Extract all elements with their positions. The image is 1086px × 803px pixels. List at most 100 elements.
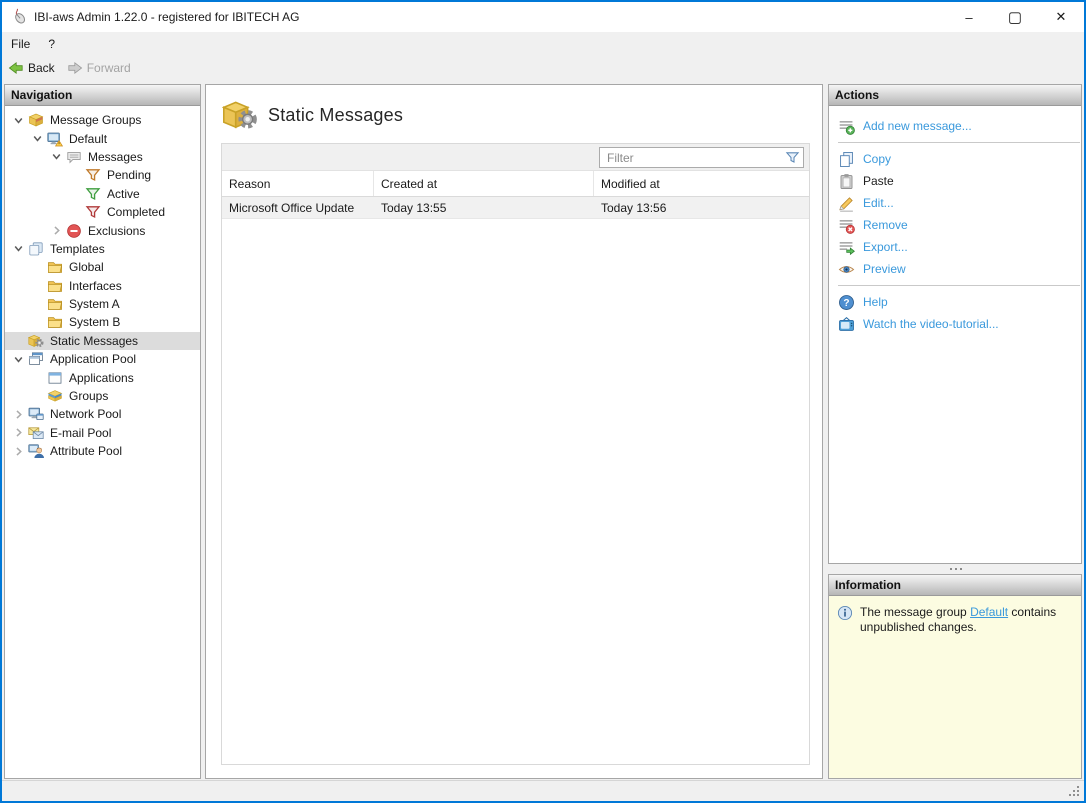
paste-button[interactable]: Paste (829, 170, 1081, 192)
tree-item-templates[interactable]: Templates (5, 240, 200, 258)
app-window: IBI-aws Admin 1.22.0 - registered for IB… (0, 0, 1086, 803)
filter-input[interactable] (599, 147, 804, 168)
chevron-right-icon[interactable] (9, 406, 27, 422)
message-add-icon (838, 118, 855, 135)
chevron-down-icon[interactable] (9, 112, 27, 128)
eye-icon (838, 261, 855, 278)
folder-icon (46, 259, 63, 275)
column-header-reason[interactable]: Reason (222, 171, 374, 196)
main-content-panel: Static Messages Reason Created at Modifi… (205, 84, 823, 779)
exclusions-icon (65, 223, 82, 239)
navigation-toolbar: Back Forward (2, 56, 1084, 80)
column-header-modified-at[interactable]: Modified at (594, 171, 809, 196)
actions-list: Add new message... Copy Paste Edit... (829, 106, 1081, 335)
page-title-bar: Static Messages (206, 85, 822, 137)
message-groups-icon (27, 112, 44, 128)
table-row[interactable]: Microsoft Office Update Today 13:55 Toda… (222, 197, 809, 219)
minimize-button[interactable]: – (946, 2, 992, 32)
forward-button[interactable]: Forward (61, 57, 137, 79)
cell-modified-at: Today 13:56 (594, 197, 809, 218)
tree-item-default[interactable]: Default (5, 129, 200, 147)
message-remove-icon (838, 217, 855, 234)
chevron-right-icon[interactable] (47, 223, 65, 239)
panel-splitter[interactable] (828, 564, 1082, 574)
information-body: The message group Default contains unpub… (829, 596, 1081, 778)
title-bar: IBI-aws Admin 1.22.0 - registered for IB… (2, 2, 1084, 32)
templates-icon (27, 241, 44, 257)
actions-separator (838, 285, 1080, 286)
static-messages-icon (27, 333, 44, 349)
cell-reason: Microsoft Office Update (222, 197, 374, 218)
preview-button[interactable]: Preview (829, 258, 1081, 280)
menu-bar: File ? (2, 32, 1084, 56)
filter-toolbar (222, 144, 809, 171)
navigation-panel: Navigation Message Groups Default Messag… (4, 84, 201, 779)
email-pool-icon (27, 425, 44, 441)
video-tutorial-icon (838, 316, 855, 333)
actions-separator (838, 142, 1080, 143)
tree-item-messages[interactable]: Messages (5, 148, 200, 166)
application-pool-icon (27, 351, 44, 367)
applications-icon (46, 370, 63, 386)
chevron-down-icon[interactable] (28, 131, 46, 147)
back-button[interactable]: Back (2, 57, 61, 79)
tree-item-pending[interactable]: Pending (5, 166, 200, 184)
tree-item-static-messages[interactable]: Static Messages (5, 332, 200, 350)
tree-item-email-pool[interactable]: E-mail Pool (5, 424, 200, 442)
filter-funnel-icon[interactable] (785, 150, 800, 165)
navigation-tree: Message Groups Default Messages Pending (5, 106, 200, 460)
workspace: Navigation Message Groups Default Messag… (2, 80, 1084, 780)
navigation-header: Navigation (5, 85, 200, 106)
attribute-pool-icon (27, 443, 44, 459)
add-new-message-button[interactable]: Add new message... (829, 115, 1081, 137)
resize-grip[interactable] (1077, 794, 1079, 796)
tree-item-exclusions[interactable]: Exclusions (5, 221, 200, 239)
tree-item-completed[interactable]: Completed (5, 203, 200, 221)
info-text-before: The message group (860, 605, 970, 619)
tree-item-application-pool[interactable]: Application Pool (5, 350, 200, 368)
window-title: IBI-aws Admin 1.22.0 - registered for IB… (34, 10, 299, 24)
filter-box (599, 147, 804, 168)
splitter-grip-dots (955, 568, 957, 570)
export-button[interactable]: Export... (829, 236, 1081, 258)
tree-item-active[interactable]: Active (5, 185, 200, 203)
tree-item-applications[interactable]: Applications (5, 368, 200, 386)
tree-item-global[interactable]: Global (5, 258, 200, 276)
menu-help[interactable]: ? (39, 32, 64, 56)
information-header: Information (829, 575, 1081, 596)
tree-item-system-b[interactable]: System B (5, 313, 200, 331)
maximize-button[interactable]: ▢ (992, 2, 1038, 32)
close-button[interactable]: ✕ (1038, 2, 1084, 32)
watch-video-tutorial-button[interactable]: Watch the video-tutorial... (829, 313, 1081, 335)
tree-item-groups[interactable]: Groups (5, 387, 200, 405)
help-button[interactable]: Help (829, 291, 1081, 313)
default-group-link[interactable]: Default (970, 605, 1008, 619)
tree-item-interfaces[interactable]: Interfaces (5, 277, 200, 295)
chevron-right-icon[interactable] (9, 425, 27, 441)
chevron-right-icon[interactable] (9, 443, 27, 459)
edit-button[interactable]: Edit... (829, 192, 1081, 214)
copy-button[interactable]: Copy (829, 148, 1081, 170)
edit-pencil-icon (838, 195, 855, 212)
paste-icon (838, 173, 855, 190)
tree-item-network-pool[interactable]: Network Pool (5, 405, 200, 423)
groups-icon (46, 388, 63, 404)
app-icon (10, 8, 28, 26)
column-header-created-at[interactable]: Created at (374, 171, 594, 196)
remove-button[interactable]: Remove (829, 214, 1081, 236)
tree-item-system-a[interactable]: System A (5, 295, 200, 313)
back-arrow-icon (8, 60, 24, 76)
chevron-down-icon[interactable] (47, 149, 65, 165)
copy-icon (838, 151, 855, 168)
folder-icon (46, 278, 63, 294)
menu-file[interactable]: File (2, 32, 39, 56)
tree-item-message-groups[interactable]: Message Groups (5, 111, 200, 129)
chevron-down-icon[interactable] (9, 351, 27, 367)
folder-icon (46, 296, 63, 312)
forward-arrow-icon (67, 60, 83, 76)
tree-item-attribute-pool[interactable]: Attribute Pool (5, 442, 200, 460)
cell-created-at: Today 13:55 (374, 197, 594, 218)
chevron-down-icon[interactable] (9, 241, 27, 257)
message-export-icon (838, 239, 855, 256)
folder-icon (46, 314, 63, 330)
